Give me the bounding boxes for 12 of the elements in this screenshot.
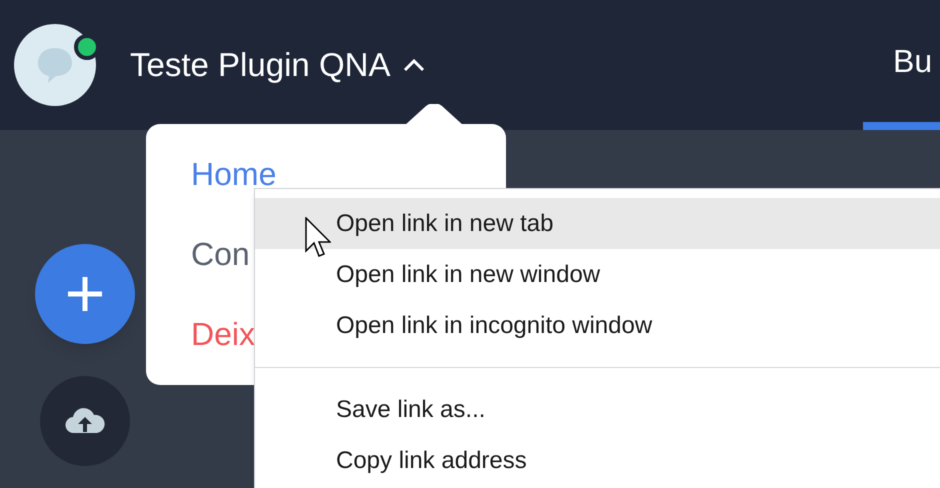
context-menu-item[interactable]: Copy link address [255,435,940,486]
mouse-cursor-icon [305,217,331,259]
nav-tab[interactable]: Bu [863,0,940,130]
plus-icon [66,275,104,313]
speech-bubble-icon [35,45,75,85]
context-menu-item[interactable]: Open link in new window [255,249,940,300]
context-menu-item[interactable]: Save link as... [255,384,940,435]
workspace-switcher[interactable]: Teste Plugin QNA [130,40,426,90]
context-menu-item[interactable]: Open link in incognito window [255,300,940,351]
chevron-icon [402,57,426,73]
context-menu-item[interactable]: Open link in new tab [255,198,940,249]
cloud-upload-icon [64,407,106,435]
